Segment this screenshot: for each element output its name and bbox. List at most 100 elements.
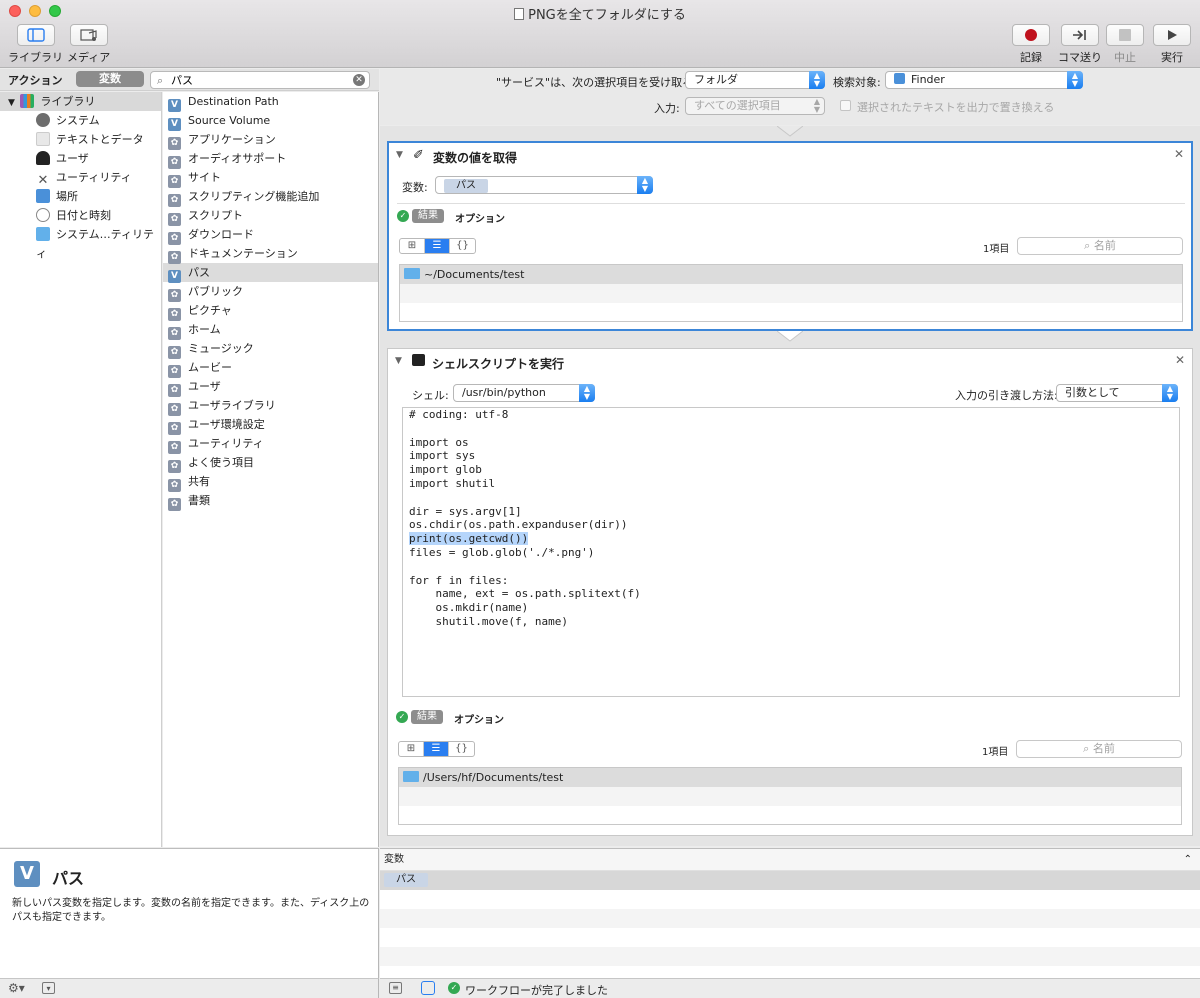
library-item-label: システム…ティリティ: [36, 228, 155, 260]
code-view-icon[interactable]: {}: [449, 742, 474, 756]
list-item[interactable]: ✿ パブリック: [163, 282, 378, 302]
list-item[interactable]: ✿ よく使う項目: [163, 453, 378, 473]
list-item[interactable]: V パス: [163, 263, 378, 283]
icon-view-icon[interactable]: ⊞: [399, 742, 424, 756]
get-variable-action[interactable]: ▼ ✐ 変数の値を取得 ✕ 変数: パス ▲ ▼ ✓ 結果 オプション ⊞ ☰ {}…: [387, 141, 1193, 331]
list-item[interactable]: ✿ ユーティリティ: [163, 434, 378, 454]
chevron-up-icon[interactable]: ⌃: [1184, 849, 1192, 871]
icon-view-icon[interactable]: ⊞: [400, 239, 425, 253]
library-toolbar-button[interactable]: ライブラリ: [8, 24, 63, 65]
actions-tab[interactable]: アクション: [8, 72, 62, 88]
library-item-system-utilities[interactable]: システム…ティリティ: [0, 225, 161, 260]
window-title: PNGを全てフォルダにする: [528, 8, 686, 23]
clear-search-icon[interactable]: ✕: [353, 74, 365, 86]
variable-label: ホーム: [188, 323, 221, 336]
library-label: ライブラリ: [8, 51, 63, 64]
pass-input-popup[interactable]: 引数として ▲ ▼: [1056, 384, 1178, 402]
shell-popup[interactable]: /usr/bin/python ▲ ▼: [453, 384, 595, 402]
variable-row[interactable]: パス: [380, 871, 1200, 890]
gear-menu-icon[interactable]: ⚙▾: [8, 981, 25, 995]
list-item[interactable]: ✿ スクリプト: [163, 206, 378, 226]
input-value: すべての選択項目: [694, 99, 781, 112]
variables-tab[interactable]: 変数: [76, 71, 144, 87]
search-icon: ⌕: [157, 74, 164, 87]
success-check-icon: ✓: [397, 210, 409, 222]
library-item-date[interactable]: 日付と時刻: [0, 206, 161, 225]
disclosure-triangle-icon[interactable]: ▼: [8, 98, 15, 108]
list-item[interactable]: ✿ ダウンロード: [163, 225, 378, 245]
text-data-icon: [36, 132, 50, 146]
close-action-icon[interactable]: ✕: [1174, 147, 1184, 161]
code-view-icon[interactable]: {}: [450, 239, 475, 253]
stop-icon: [1106, 24, 1144, 46]
library-search[interactable]: ⌕ ✕: [150, 71, 370, 89]
library-item-text[interactable]: テキストとデータ: [0, 130, 161, 149]
results-tab[interactable]: 結果: [412, 209, 444, 223]
input-popup[interactable]: すべての選択項目 ▲ ▼: [685, 97, 825, 115]
library-item-utilities[interactable]: ✕ ユーティリティ: [0, 168, 161, 188]
list-item[interactable]: ✿ ホーム: [163, 320, 378, 340]
replace-checkbox[interactable]: [840, 100, 851, 111]
media-toolbar-button[interactable]: メディア: [67, 24, 110, 65]
application-popup[interactable]: Finder ▲ ▼: [885, 71, 1083, 89]
collapse-triangle-icon[interactable]: ▼: [396, 150, 403, 160]
options-tab[interactable]: オプション: [455, 210, 505, 225]
list-item[interactable]: ✿ 共有: [163, 472, 378, 492]
script-editor[interactable]: # coding: utf-8 import os import sys import…: [402, 407, 1180, 697]
get-variable-icon: ✐: [413, 148, 424, 163]
stop-label: 中止: [1114, 51, 1136, 64]
log-icon[interactable]: ≡: [389, 982, 402, 994]
list-item[interactable]: /Users/hf/Documents/test: [399, 768, 1181, 787]
collapse-triangle-icon[interactable]: ▼: [395, 356, 402, 366]
list-item[interactable]: ✿ ユーザ: [163, 377, 378, 397]
system-icon: [36, 113, 50, 127]
list-item[interactable]: ✿ ユーザ環境設定: [163, 415, 378, 435]
list-item[interactable]: V Source Volume: [163, 111, 378, 131]
variables-panel: 変数 ⌃ パス: [380, 848, 1200, 978]
list-item[interactable]: ✿ アプリケーション: [163, 130, 378, 150]
list-view-icon[interactable]: ☰: [425, 239, 450, 253]
record-button[interactable]: 記録: [1012, 24, 1050, 65]
list-item[interactable]: ✿ ピクチャ: [163, 301, 378, 321]
step-button[interactable]: コマ送り: [1058, 24, 1102, 65]
list-item[interactable]: ✿ ムービー: [163, 358, 378, 378]
stop-button[interactable]: 中止: [1106, 24, 1144, 65]
view-mode-segment[interactable]: ⊞ ☰ {}: [398, 741, 475, 757]
library-tree: ▼ ライブラリ システム テキストとデータ ユーザ ✕ ユーティリティ 場所 日付…: [0, 92, 162, 847]
list-item[interactable]: ✿ ユーザライブラリ: [163, 396, 378, 416]
variables-toggle-icon[interactable]: [421, 981, 435, 995]
close-action-icon[interactable]: ✕: [1175, 353, 1185, 367]
variable-token[interactable]: パス: [384, 873, 428, 887]
list-item[interactable]: ✿ サイト: [163, 168, 378, 188]
results-search[interactable]: ⌕ 名前: [1016, 740, 1182, 758]
search-input[interactable]: [171, 73, 341, 86]
results-tab[interactable]: 結果: [411, 710, 443, 724]
list-item[interactable]: ✿ 書類: [163, 491, 378, 511]
receives-popup[interactable]: フォルダ ▲ ▼: [685, 71, 825, 89]
library-root[interactable]: ▼ ライブラリ: [0, 92, 161, 111]
view-mode-segment[interactable]: ⊞ ☰ {}: [399, 238, 476, 254]
list-view-icon[interactable]: ☰: [424, 742, 449, 756]
list-item[interactable]: ✿ スクリプティング機能追加: [163, 187, 378, 207]
code-text: # coding: utf-8: [409, 408, 509, 421]
run-button[interactable]: 実行: [1153, 24, 1191, 65]
run-shell-script-action[interactable]: ▼ シェルスクリプトを実行 ✕ シェル: /usr/bin/python ▲ ▼ 入…: [387, 348, 1193, 836]
variable-popup[interactable]: パス ▲ ▼: [435, 176, 653, 194]
variable-label: よく使う項目: [188, 456, 254, 469]
status-bar: ≡ ✓ ワークフローが完了しました: [380, 978, 1200, 998]
list-item[interactable]: ✿ オーディオサポート: [163, 149, 378, 169]
list-item[interactable]: ~/Documents/test: [400, 265, 1182, 284]
record-icon: [1012, 24, 1050, 46]
library-item-user[interactable]: ユーザ: [0, 149, 161, 168]
list-item[interactable]: V Destination Path: [163, 92, 378, 112]
code-text: os.chdir(os.path.expanduser(dir)): [409, 518, 628, 532]
popup-arrows-icon: ▲ ▼: [637, 176, 653, 194]
list-item[interactable]: ✿ ドキュメンテーション: [163, 244, 378, 264]
results-search[interactable]: ⌕ 名前: [1017, 237, 1183, 255]
item-count: 1項目: [983, 244, 1010, 255]
library-item-system[interactable]: システム: [0, 111, 161, 130]
library-item-places[interactable]: 場所: [0, 187, 161, 206]
list-item[interactable]: ✿ ミュージック: [163, 339, 378, 359]
options-tab[interactable]: オプション: [454, 711, 504, 726]
collapse-icon[interactable]: ▾: [42, 982, 55, 994]
